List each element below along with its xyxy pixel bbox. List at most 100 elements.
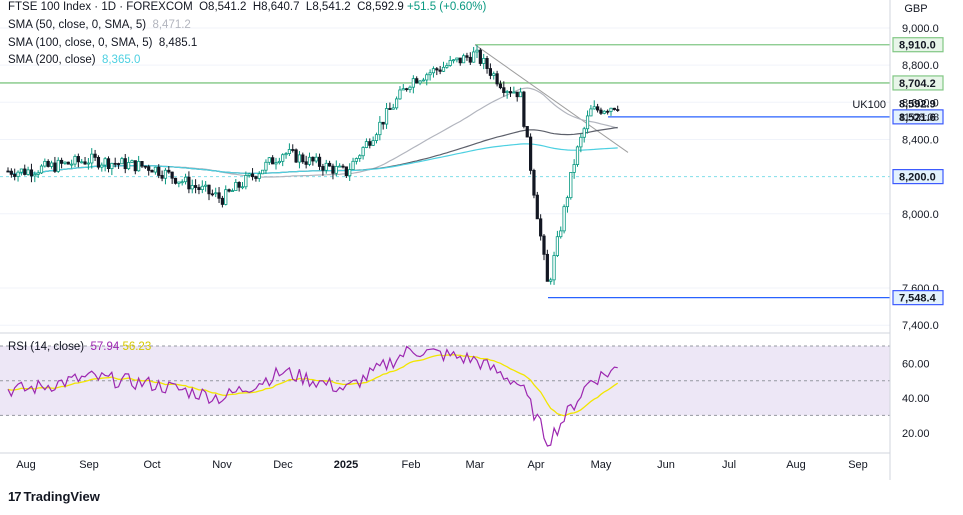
rsi-ma-value: 56.23 [122, 341, 152, 353]
sma50-legend[interactable]: SMA (50, close, 0, SMA, 5) 8,471.2 [8, 19, 191, 31]
candle-body [83, 161, 87, 165]
candle-body [284, 153, 288, 156]
chart-canvas[interactable]: 7,400.07,600.08,000.08,400.08,600.08,800… [0, 0, 963, 515]
candle-body [421, 79, 426, 82]
candle-body [522, 91, 526, 127]
candle-body [468, 56, 472, 63]
price-label: 8,704.2 [899, 78, 936, 90]
candle-body [143, 165, 147, 168]
candle-body [441, 66, 446, 72]
candle-body [73, 156, 77, 165]
candle-body [227, 189, 231, 192]
candle-body [204, 184, 208, 187]
rsi-legend[interactable]: RSI (14, close) 57.94 56.23 [8, 341, 151, 353]
candle-body [187, 176, 191, 190]
candle-body [53, 162, 57, 172]
candle-body [224, 189, 228, 205]
sma200-value: 8,365.0 [101, 54, 141, 66]
rsi-tick-label: 40.00 [902, 393, 930, 405]
candle-body [569, 172, 573, 199]
candle-body [230, 190, 235, 192]
candle-body [344, 166, 348, 177]
candle-body [405, 88, 409, 91]
candle-body [512, 91, 516, 94]
candle-body [606, 110, 610, 113]
candle-body [351, 160, 355, 170]
time-tick-label: Dec [273, 459, 293, 471]
sma200-label: SMA (200, close) [8, 54, 96, 66]
candle-body [488, 68, 493, 76]
candle-body [167, 169, 171, 173]
candle-body [36, 172, 40, 175]
candle-body [291, 149, 295, 151]
candle-body [381, 121, 385, 125]
candle-body [495, 73, 499, 85]
rsi-tick-label: 60.00 [902, 358, 930, 370]
candle-body [374, 134, 379, 141]
candle-body [415, 78, 419, 84]
candle-body [596, 106, 600, 111]
candle-body [498, 83, 503, 89]
rsi-tick-label: 20.00 [902, 428, 930, 440]
candle-body [394, 98, 399, 109]
candle-body [565, 197, 570, 208]
candle-body [411, 78, 415, 88]
currency-label[interactable]: GBP [904, 3, 927, 15]
candle-body [257, 173, 261, 179]
candle-body [579, 136, 583, 148]
candle-body [485, 58, 489, 69]
candle-body [147, 166, 151, 171]
price-tick-label: 8,800.0 [902, 60, 939, 72]
legend-title[interactable]: FTSE 100 Index · 1D · FOREXCOM [8, 1, 193, 13]
candle-body [207, 184, 211, 195]
tradingview-wordmark: TradingView [23, 489, 100, 504]
candle-body [371, 140, 375, 146]
candle-body [274, 162, 278, 165]
candle-body [428, 72, 432, 76]
candle-body [123, 158, 127, 170]
candle-body [602, 110, 606, 114]
sma100-legend[interactable]: SMA (100, close, 0, SMA, 5) 8,485.1 [8, 37, 197, 49]
candle-body [575, 146, 580, 165]
candle-body [103, 158, 107, 166]
candle-body [539, 218, 543, 237]
candle-body [384, 108, 389, 125]
symbol-tag: UK100 [852, 99, 886, 111]
candle-body [247, 173, 251, 176]
countdown: 11:08:08 [899, 112, 939, 124]
candle-body [559, 230, 563, 238]
candle-body [529, 136, 533, 171]
candle-body [609, 107, 613, 112]
candle-body [388, 108, 392, 110]
ohlc-legend: FTSE 100 Index · 1D · FOREXCOM O8,541.2 … [8, 1, 486, 13]
price-tick-label: 8,000.0 [902, 209, 939, 221]
tradingview-logo[interactable]: 17 TradingView [8, 489, 100, 504]
price-labels: 8,910.08,704.28,592.98,521.68,200.07,548… [892, 37, 944, 306]
candle-body [518, 91, 523, 98]
candle-body [378, 121, 382, 136]
rsi-axis[interactable]: 20.00 40.00 60.00 [902, 358, 930, 439]
candle-body [130, 160, 134, 163]
rsi-label: RSI (14, close) [8, 341, 85, 353]
price-label: 8,910.0 [899, 40, 936, 52]
candle-body [465, 55, 469, 58]
candle-body [425, 74, 429, 81]
price-label: 8,200.0 [899, 172, 936, 184]
candle-body [398, 89, 402, 100]
candle-body [183, 176, 188, 183]
candle-body [33, 174, 37, 177]
candle-body [220, 197, 224, 205]
candle-body [250, 173, 255, 178]
time-axis[interactable]: Aug Sep Oct Nov Dec 2025 Feb Mar Apr May Jun Jul Aug… [16, 459, 868, 471]
sma200-legend[interactable]: SMA (200, close) 8,365.0 [8, 54, 140, 66]
close-value: 8,592.9 [365, 1, 404, 13]
candle-body [311, 156, 315, 162]
candle-body [445, 65, 449, 68]
candle-body [16, 171, 20, 177]
h-label: H [252, 1, 262, 13]
o-label: O [199, 1, 209, 13]
candle-body [190, 185, 194, 190]
candle-body [358, 155, 362, 159]
candle-body [542, 235, 546, 255]
candle-body [331, 165, 335, 174]
